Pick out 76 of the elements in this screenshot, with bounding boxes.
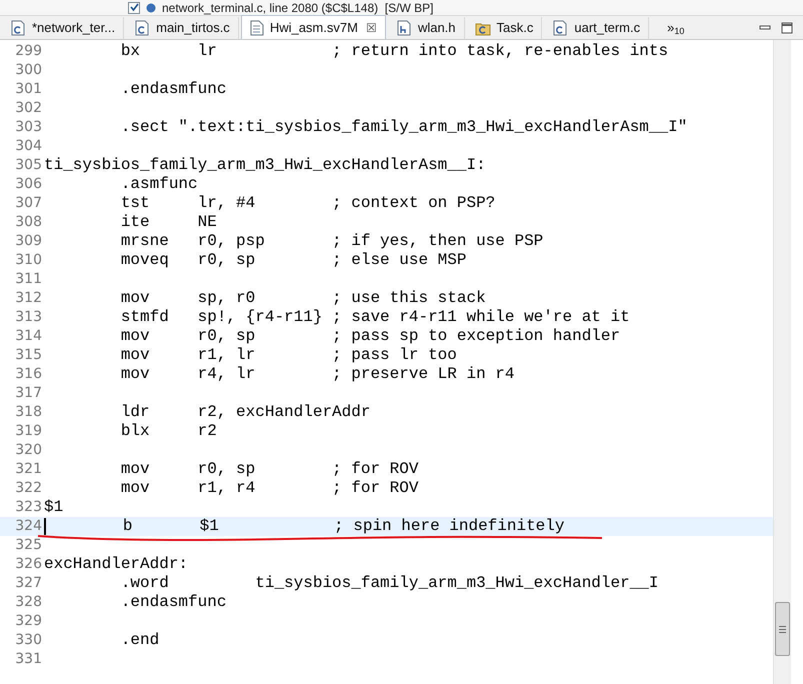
line-number: 304: [14, 137, 43, 156]
line-number: 299: [14, 42, 43, 61]
c-file-icon: [10, 20, 26, 36]
code-line: .endasmfunc: [120, 80, 226, 99]
line-number: 310: [14, 251, 43, 270]
code-line: mrsne r0, psp ; if yes, then use PSP: [120, 232, 544, 251]
editor-tab[interactable]: Task.c: [466, 17, 542, 39]
text-cursor: [44, 518, 46, 535]
code-line: moveq r0, sp ; else use MSP: [120, 251, 466, 270]
breakpoint-label: network_terminal.c, line 2080 ($C$L148) [S/W BP]: [162, 0, 434, 14]
line-number: 305: [14, 156, 43, 175]
code-line: excHandlerAddr:: [44, 555, 188, 574]
line-number: 328: [14, 593, 43, 612]
code-line: .word ti_sysbios_family_arm_m3_Hwi_excHandler__I: [120, 574, 658, 593]
editor-tab[interactable]: main_tirtos.c: [126, 17, 239, 39]
line-number: 330: [14, 631, 43, 650]
line-number: 327: [14, 574, 43, 593]
line-number: 324: [14, 517, 43, 536]
scrollbar[interactable]: [773, 40, 791, 684]
code-line: mov r4, lr ; preserve LR in r4: [120, 365, 514, 384]
code-line: blx r2: [120, 422, 217, 441]
line-number: 308: [14, 213, 43, 232]
code-line: .asmfunc: [120, 175, 198, 194]
code-line: mov r0, sp ; pass sp to exception handler: [120, 327, 620, 346]
close-icon[interactable]: ☒: [366, 18, 377, 36]
line-number: 307: [14, 194, 43, 213]
breakpoint-icon: [146, 2, 156, 12]
code-line: mov r0, sp ; for ROV: [120, 460, 418, 479]
code-line: tst lr, #4 ; context on PSP?: [120, 194, 496, 213]
line-number: 311: [14, 270, 43, 289]
code-line: mov r1, lr ; pass lr too: [120, 346, 457, 365]
line-number: 323: [14, 498, 43, 517]
line-number: 317: [14, 384, 43, 403]
editor-tab[interactable]: uart_term.c: [544, 17, 650, 39]
code-line: mov sp, r0 ; use this stack: [120, 289, 486, 308]
line-number: 320: [14, 441, 43, 460]
line-number: 318: [14, 403, 43, 422]
checkbox[interactable]: [128, 2, 140, 14]
line-number: 321: [14, 460, 43, 479]
line-number: 316: [14, 365, 43, 384]
maximize-icon[interactable]: [781, 22, 793, 34]
line-number: 313: [14, 308, 43, 327]
code-line: .endasmfunc: [120, 593, 226, 612]
line-number: 315: [14, 346, 43, 365]
line-number: 326: [14, 555, 43, 574]
editor-tab[interactable]: *network_ter...: [2, 17, 124, 39]
line-number: 300: [14, 61, 43, 80]
line-number: 314: [14, 327, 43, 346]
line-number: 329: [14, 612, 43, 631]
c-file-icon: [552, 20, 568, 36]
line-number: 331: [14, 650, 43, 669]
code-line: .end: [120, 631, 160, 650]
line-number: 312: [14, 289, 43, 308]
editor-tab[interactable]: wlan.h: [388, 17, 465, 39]
code-line: b $1 ; spin here indefinitely: [122, 517, 564, 536]
code-line: stmfd sp!, {r4-r11} ; save r4-r11 while we're at it: [120, 308, 630, 327]
code-line: $1: [44, 498, 64, 517]
header-file-icon: [396, 20, 412, 36]
line-number: 325: [14, 536, 43, 555]
code-line: ti_sysbios_family_arm_m3_Hwi_excHandlerAsm__I:: [44, 156, 486, 175]
editor-tab[interactable]: Hwi_asm.sv7M ☒: [240, 15, 386, 39]
line-number: 319: [14, 422, 43, 441]
line-number: 303: [14, 118, 43, 137]
line-number: 322: [14, 479, 43, 498]
line-number: 309: [14, 232, 43, 251]
code-line: .sect ".text:ti_sysbios_family_arm_m3_Hwi_excHandlerAsm__I": [120, 118, 688, 137]
c-file-icon: [134, 20, 150, 36]
code-line: mov r1, r4 ; for ROV: [120, 479, 418, 498]
scrollbar-thumb[interactable]: [775, 602, 790, 656]
code-line: bx lr ; return into task, re-enables ints: [120, 42, 668, 61]
line-number: 301: [14, 80, 43, 99]
code-line: ldr r2, excHandlerAddr: [120, 403, 370, 422]
code-line: ite NE: [120, 213, 217, 232]
document-icon: [250, 20, 264, 36]
line-number: 302: [14, 99, 43, 118]
line-number: 306: [14, 175, 43, 194]
